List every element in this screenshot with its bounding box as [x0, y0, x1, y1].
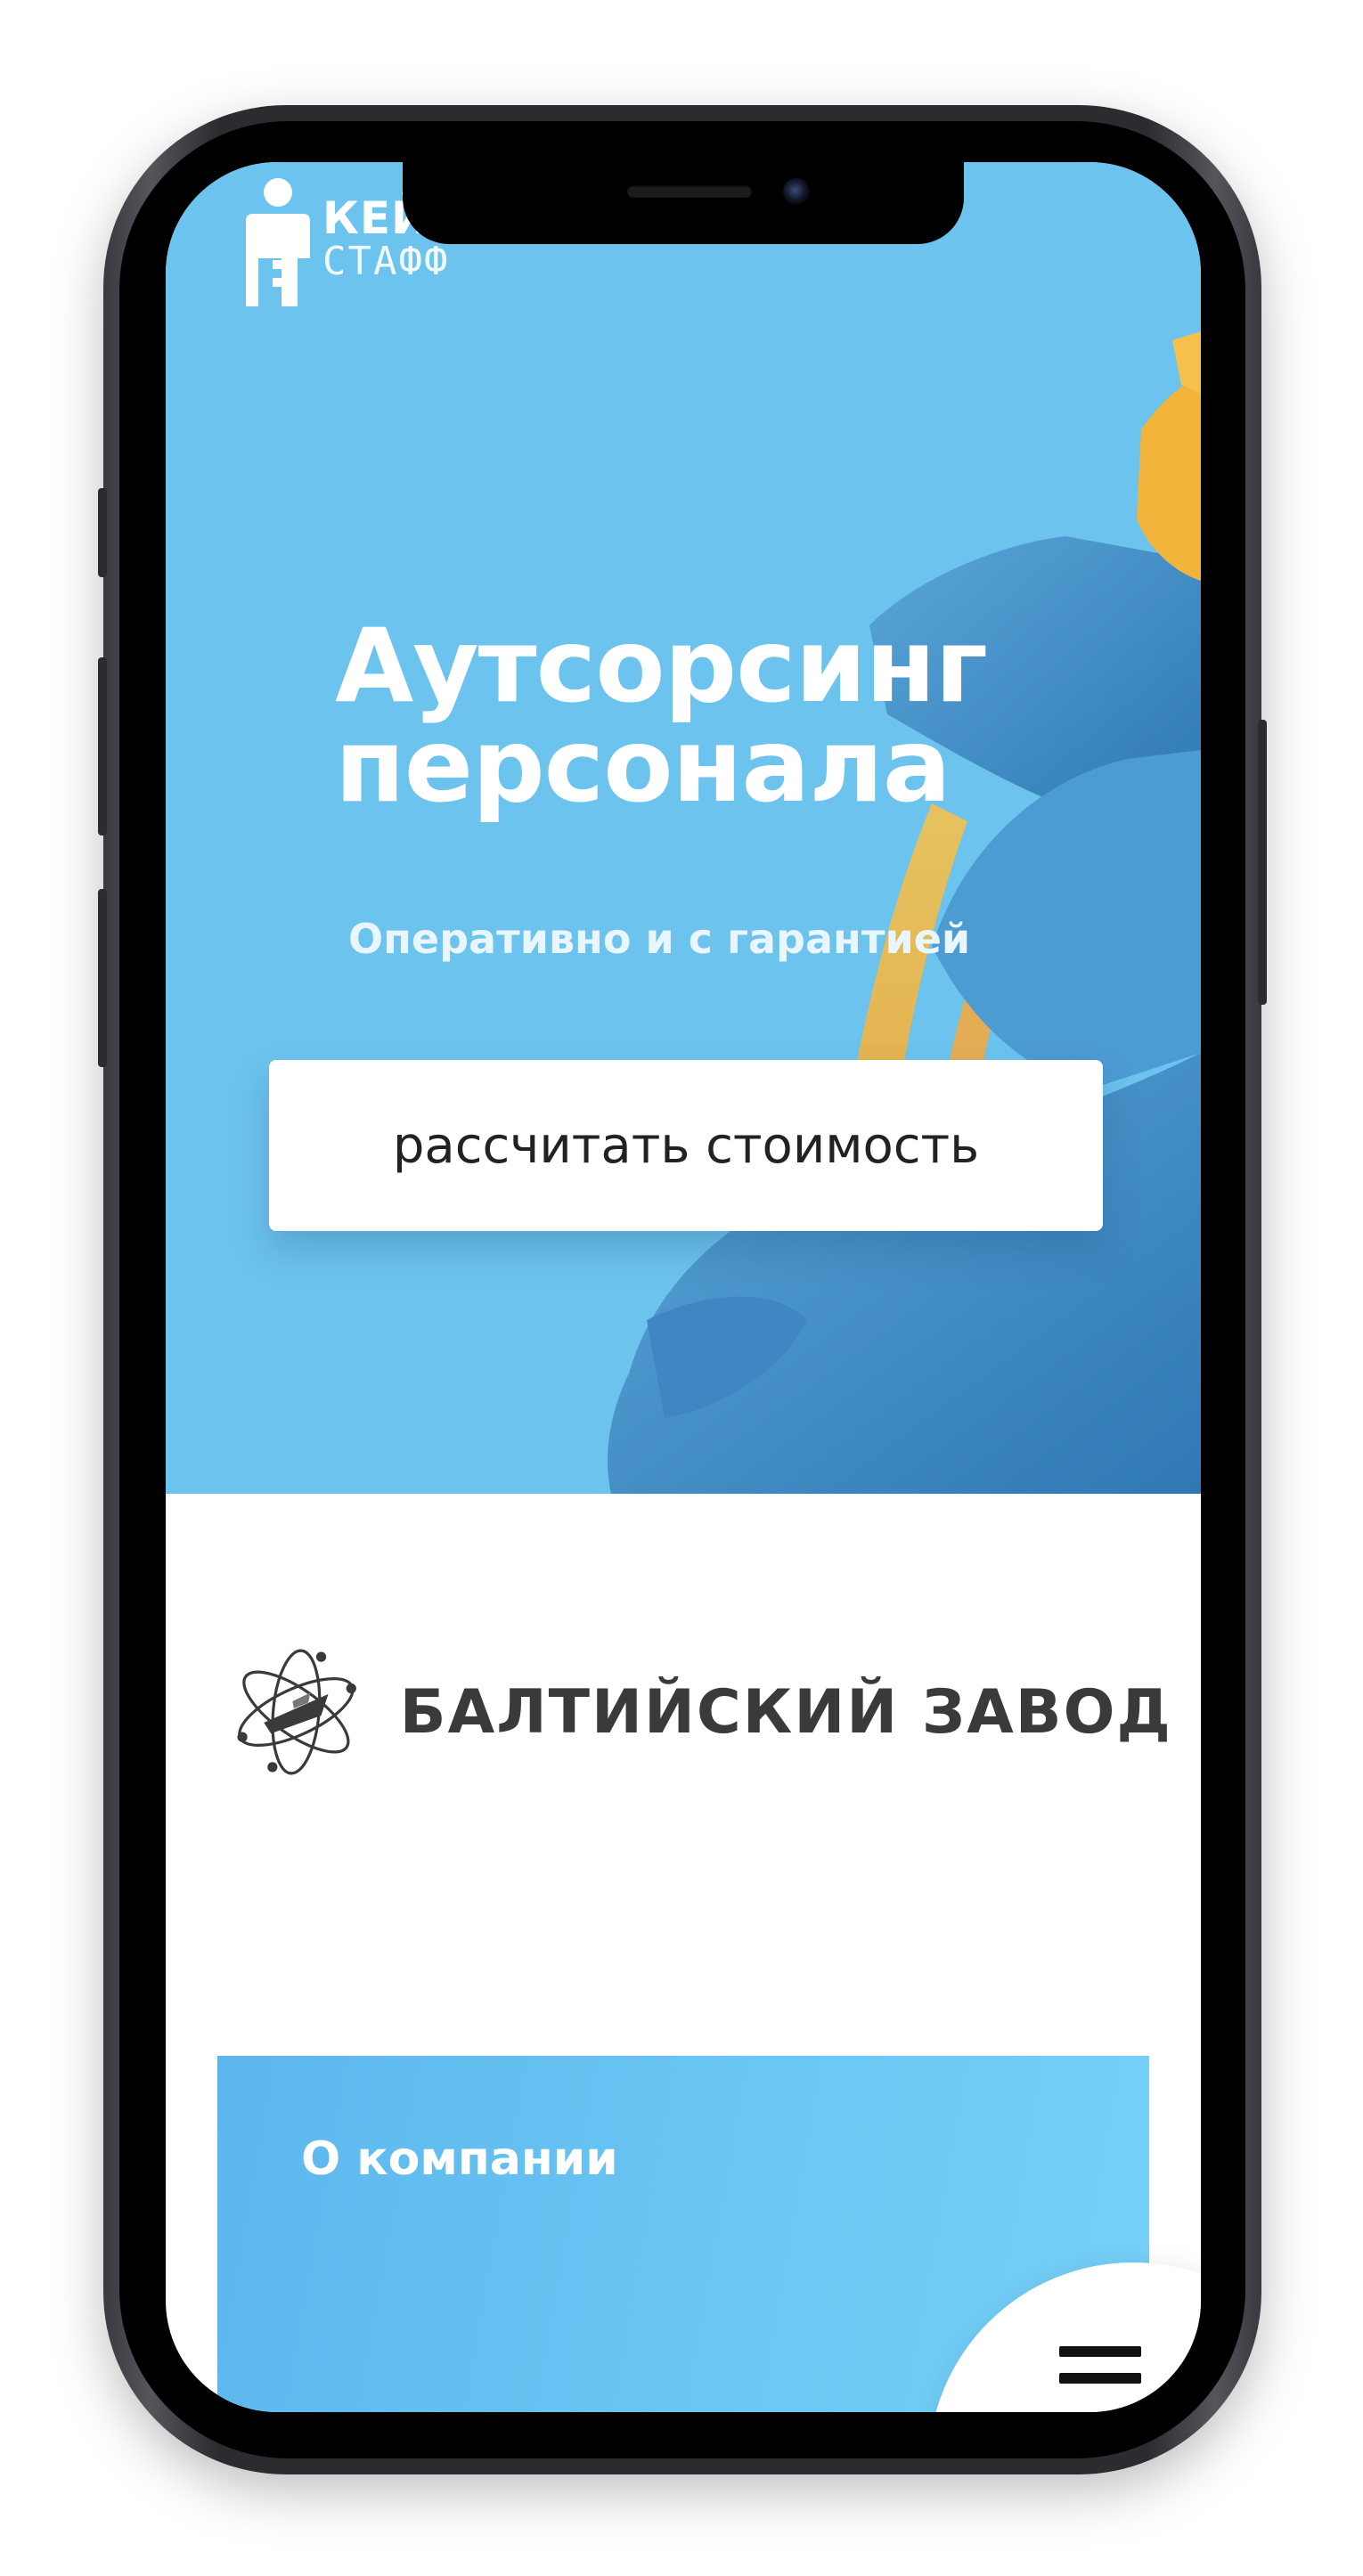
worker-photo: [608, 331, 1201, 1494]
hero-section: КЕЙ СТАФФ Аутсорсинг персонала Оперативн…: [166, 162, 1201, 1494]
front-camera: [783, 178, 810, 205]
phone-volume-down: [98, 889, 107, 1067]
hero-title: Аутсорсинг персонала: [335, 615, 1137, 817]
person-key-icon: [246, 178, 310, 306]
hero-subtitle: Оперативно и с гарантией: [348, 915, 971, 963]
atom-ship-icon: [237, 1649, 356, 1775]
calculate-cost-button[interactable]: рассчитать стоимость: [269, 1060, 1103, 1231]
client-logo-baltic-plant[interactable]: БАЛТИЙСКИЙ ЗАВОД: [228, 1623, 1172, 1801]
phone-screen: КЕЙ СТАФФ Аутсорсинг персонала Оперативн…: [166, 162, 1201, 2412]
about-company-title: О компании: [301, 2132, 618, 2186]
earpiece-speaker: [627, 185, 752, 198]
hamburger-menu-icon[interactable]: [1059, 2346, 1141, 2385]
phone-power-button: [1258, 720, 1267, 1005]
phone-notch: [403, 162, 964, 244]
hero-title-line-2: персонала: [335, 706, 951, 825]
logo-subtitle: СТАФФ: [322, 239, 450, 284]
client-name: БАЛТИЙСКИЙ ЗАВОД: [399, 1676, 1172, 1748]
phone-silent-switch: [98, 488, 107, 577]
phone-volume-up: [98, 657, 107, 836]
